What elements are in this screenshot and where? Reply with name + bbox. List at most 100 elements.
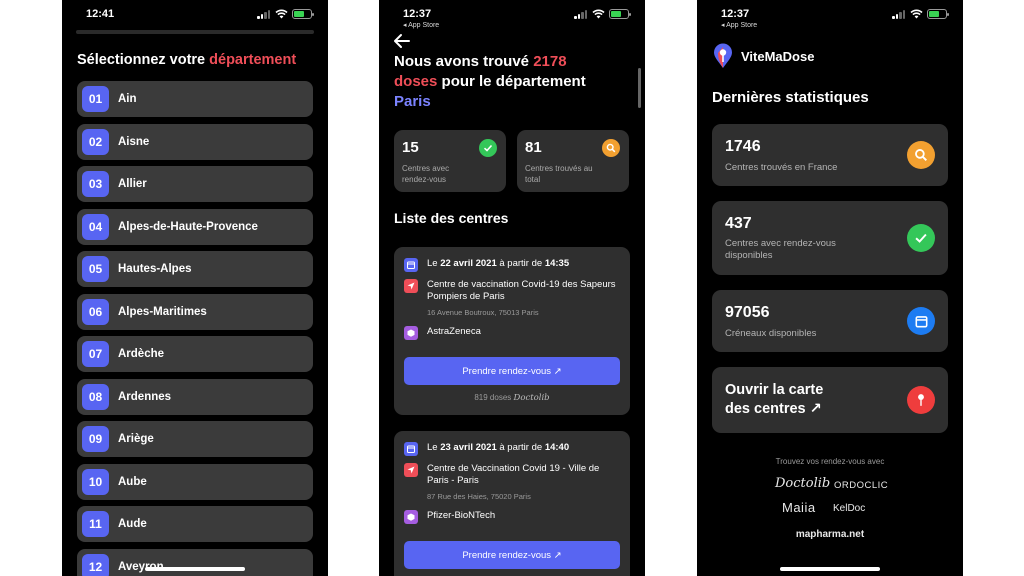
department-name: Alpes-de-Haute-Provence [118, 220, 258, 233]
title-prefix: Sélectionnez votre [77, 52, 210, 68]
status-time: 12:37 [721, 8, 750, 20]
list-item[interactable]: 02 Aisne [77, 123, 313, 160]
search-icon [602, 139, 620, 157]
home-indicator[interactable] [780, 567, 880, 571]
stat-card-centers-found: 81 Centres trouvés au total [517, 130, 629, 192]
center-card: Le 22 avril 2021 à partir de 14:35 Centr… [394, 247, 630, 415]
department-number: 05 [82, 256, 109, 282]
department-name: Aude [118, 518, 147, 530]
department-name: Ain [118, 93, 137, 105]
open-map-button[interactable]: Ouvrir la carte des centres ↗ [712, 367, 948, 433]
location-arrow-icon [404, 279, 418, 293]
department-number: 03 [82, 171, 109, 197]
department-name: Aube [118, 475, 147, 488]
dose-count-label: 819 doses [474, 393, 512, 402]
list-item[interactable]: 01 Ain [77, 81, 313, 117]
department-name: Ardennes [118, 390, 172, 403]
doses-word: doses [394, 73, 438, 90]
title-highlight: département [209, 52, 297, 68]
stat-label: Centres trouvés en France [725, 162, 838, 173]
book-appointment-button[interactable]: Prendre rendez-vous ↗ [404, 357, 620, 385]
list-item[interactable]: 06 Alpes-Maritimes [77, 293, 313, 330]
statistics-screen: 12:37 ◂ App Store ViteMaDose Dernières s… [697, 0, 963, 576]
book-appointment-button[interactable]: Prendre rendez-vous ↗ [404, 541, 620, 569]
stat-value: 437 [725, 215, 752, 232]
stat-label: Centres trouvés au total [525, 164, 593, 184]
list-item[interactable]: 09 Ariège [77, 421, 313, 457]
vaccine-name: AstraZeneca [427, 326, 481, 337]
department-name: Allier [118, 178, 147, 190]
scrollbar[interactable] [638, 68, 641, 108]
appointment-date: 23 avril 2021 [440, 442, 497, 453]
list-item[interactable]: 10 Aube [77, 463, 313, 500]
keldoc-logo: KelDoc [833, 503, 866, 514]
doctolib-logo: Doctolib [775, 476, 831, 491]
stat-label: Centres avec rendez-vous disponibles [725, 238, 836, 261]
vaccine-name: Pfizer-BioNTech [427, 510, 496, 521]
search-icon [907, 141, 935, 169]
appointment-date-row: Le 22 avril 2021 à partir de 14:35 [404, 258, 622, 272]
section-title: Liste des centres [394, 210, 509, 226]
center-name: Centre de Vaccination Covid 19 - Ville d… [427, 463, 600, 486]
status-time: 12:37 [403, 8, 432, 20]
stat-value: 1746 [725, 138, 761, 155]
department-name: Paris [394, 93, 431, 110]
date-prefix: Le [427, 442, 441, 453]
dose-count: 2178 [533, 53, 567, 70]
vitemadose-logo-icon [714, 43, 732, 68]
status-bar: 12:37 ◂ App Store [697, 6, 963, 29]
list-item[interactable]: 12 Aveyron [77, 548, 313, 576]
department-name: Ardèche [118, 348, 165, 360]
center-address: 16 Avenue Boutroux, 75013 Paris [427, 308, 539, 317]
stat-card-available-slots: 97056 Créneaux disponibles [712, 290, 948, 352]
center-card: Le 23 avril 2021 à partir de 14:40 Centr… [394, 431, 630, 576]
stat-card-centers-france: 1746 Centres trouvés en France [712, 124, 948, 186]
stat-card-centers-with-appointments: 437 Centres avec rendez-vous disponibles [712, 201, 948, 275]
title-text: Nous avons trouvé [394, 53, 534, 70]
department-name: Ariège [118, 433, 154, 445]
stat-label: Créneaux disponibles [725, 328, 817, 339]
stat-label: Centres avec rendez-vous [402, 164, 450, 184]
home-indicator[interactable] [145, 567, 245, 571]
vaccine-row: AstraZeneca [404, 326, 622, 340]
open-map-label: Ouvrir la carte des centres ↗ [725, 381, 823, 419]
department-number: 02 [82, 128, 109, 155]
date-connector: à partir de [496, 258, 545, 269]
list-item[interactable]: 08 Ardennes [77, 378, 313, 415]
status-bar: 12:37 ◂ App Store [379, 6, 645, 29]
list-item[interactable]: 05 Hautes-Alpes [77, 251, 313, 287]
department-name: Aisne [118, 135, 150, 148]
department-number: 11 [82, 511, 109, 537]
check-icon [479, 139, 497, 157]
dose-info: 819 doses Doctolib [394, 393, 630, 403]
center-name-row: Centre de vaccination Covid-19 des Sapeu… [404, 279, 622, 303]
department-number: 04 [82, 213, 109, 240]
department-number: 07 [82, 341, 109, 367]
back-to-app-store-link[interactable]: ◂ App Store [721, 21, 757, 29]
list-item[interactable]: 03 Allier [77, 166, 313, 202]
department-number: 06 [82, 298, 109, 325]
center-address: 87 Rue des Haies, 75020 Paris [427, 492, 531, 501]
department-name: Hautes-Alpes [118, 263, 192, 275]
department-number: 08 [82, 383, 109, 410]
back-arrow-icon[interactable] [393, 32, 411, 50]
wifi-icon [275, 9, 288, 19]
battery-icon [292, 9, 314, 19]
doctolib-logo: Doctolib [513, 393, 550, 403]
stat-value: 97056 [725, 304, 770, 321]
list-item[interactable]: 07 Ardèche [77, 336, 313, 372]
department-results-screen: 12:37 ◂ App Store Nous avons trouvé 2178… [379, 0, 645, 576]
wifi-icon [910, 9, 923, 19]
open-map-line1: Ouvrir la carte [725, 382, 824, 398]
wifi-icon [592, 9, 605, 19]
list-item[interactable]: 11 Aude [77, 506, 313, 542]
back-to-app-store-link[interactable]: ◂ App Store [403, 21, 439, 29]
list-item[interactable]: 04 Alpes-de-Haute-Provence [77, 208, 313, 245]
department-number: 12 [82, 553, 109, 576]
department-select-screen: 12:41 Sélectionnez votre département 01 A… [62, 0, 328, 576]
page-title: Dernières statistiques [712, 89, 869, 106]
calendar-icon [404, 258, 418, 272]
battery-icon [609, 9, 631, 19]
department-name: Alpes-Maritimes [118, 305, 207, 318]
signal-icon [892, 9, 906, 19]
